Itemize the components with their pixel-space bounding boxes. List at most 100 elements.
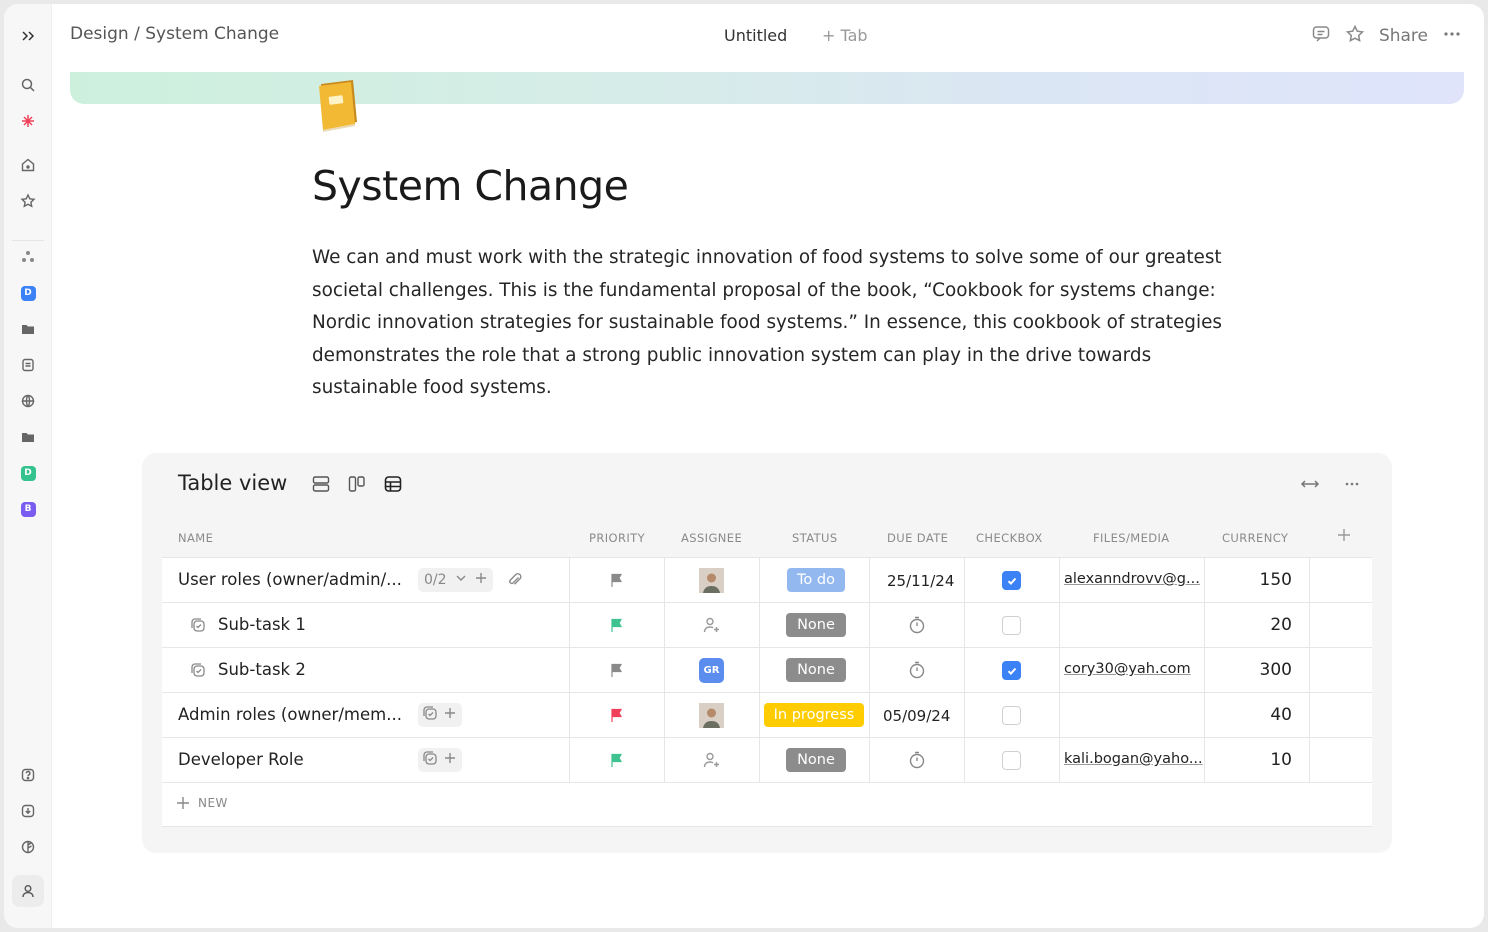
file-link[interactable]: kali.bogan@yaho... xyxy=(1064,751,1203,767)
ai-sparkle-icon[interactable] xyxy=(16,109,40,133)
checkbox-unchecked[interactable] xyxy=(1002,706,1021,725)
document-icon[interactable] xyxy=(16,353,40,377)
priority-flag-icon[interactable] xyxy=(609,707,625,723)
currency-value[interactable]: 150 xyxy=(1202,570,1292,590)
breadcrumb[interactable]: Design / System Change xyxy=(70,24,279,44)
due-date-timer-icon[interactable] xyxy=(907,750,927,770)
book-emoji-icon[interactable] xyxy=(315,78,361,132)
column-header-priority[interactable]: PRIORITY xyxy=(589,531,645,545)
add-tab-button[interactable]: + Tab xyxy=(822,26,868,45)
home-icon[interactable] xyxy=(16,153,40,177)
due-date[interactable]: 25/11/24 xyxy=(887,572,954,590)
add-assignee-icon[interactable] xyxy=(702,750,722,770)
add-subtask-icon[interactable] xyxy=(442,750,458,770)
favorites-star-icon[interactable] xyxy=(16,189,40,213)
tab-untitled[interactable]: Untitled xyxy=(724,26,787,45)
help-icon[interactable] xyxy=(16,763,40,787)
add-column-icon[interactable] xyxy=(1336,527,1352,547)
checkbox-unchecked[interactable] xyxy=(1002,751,1021,770)
table-row[interactable]: Sub-task 1 None 20 xyxy=(162,603,1372,648)
due-date-timer-icon[interactable] xyxy=(907,660,927,680)
subtask-controls xyxy=(418,748,462,772)
column-header-due-date[interactable]: DUE DATE xyxy=(887,531,948,545)
page-title[interactable]: System Change xyxy=(312,162,629,210)
assignee-avatar[interactable] xyxy=(699,703,724,728)
attachment-icon[interactable] xyxy=(506,571,524,593)
share-button[interactable]: Share xyxy=(1379,26,1428,46)
currency-value[interactable]: 40 xyxy=(1202,705,1292,725)
table-row[interactable]: Sub-task 2 GR None cory30@yah.com 300 xyxy=(162,648,1372,693)
task-name[interactable]: Sub-task 2 xyxy=(218,660,306,679)
checkbox-unchecked[interactable] xyxy=(1002,616,1021,635)
task-name[interactable]: Developer Role xyxy=(178,750,304,769)
user-profile-icon[interactable] xyxy=(12,875,44,907)
leaf-icon[interactable] xyxy=(16,835,40,859)
table-row[interactable]: Developer Role None kali.bogan@yaho... 1… xyxy=(162,738,1372,783)
file-link[interactable]: cory30@yah.com xyxy=(1064,661,1191,677)
priority-flag-icon[interactable] xyxy=(609,662,625,678)
column-header-assignee[interactable]: ASSIGNEE xyxy=(681,531,742,545)
favorite-star-icon[interactable] xyxy=(1345,24,1365,48)
subtask-icon[interactable] xyxy=(422,705,438,725)
add-subtask-icon[interactable] xyxy=(473,570,489,590)
status-badge[interactable]: None xyxy=(786,613,846,637)
chevron-down-icon[interactable] xyxy=(453,570,469,590)
task-name[interactable]: User roles (owner/admin/... xyxy=(178,570,402,589)
subtask-count[interactable]: 0/2 xyxy=(422,572,449,588)
currency-value[interactable]: 20 xyxy=(1202,615,1292,635)
add-subtask-icon[interactable] xyxy=(442,705,458,725)
table-more-icon[interactable] xyxy=(1342,475,1362,497)
status-badge[interactable]: None xyxy=(786,748,846,772)
more-options-icon[interactable] xyxy=(1442,24,1462,48)
currency-value[interactable]: 10 xyxy=(1202,750,1292,770)
subtask-icon xyxy=(191,618,205,632)
currency-value[interactable]: 300 xyxy=(1202,660,1292,680)
cover-banner[interactable] xyxy=(70,72,1464,104)
top-actions: Share xyxy=(1311,24,1462,48)
add-assignee-icon[interactable] xyxy=(702,615,722,635)
due-date[interactable]: 05/09/24 xyxy=(883,707,950,725)
table-view-icon[interactable] xyxy=(382,473,404,495)
task-name[interactable]: Sub-task 1 xyxy=(218,615,306,634)
folder-icon[interactable] xyxy=(16,317,40,341)
list-view-icon[interactable] xyxy=(310,473,332,495)
table-view-title[interactable]: Table view xyxy=(178,471,287,495)
priority-flag-icon[interactable] xyxy=(609,572,625,588)
status-badge[interactable]: In progress xyxy=(764,703,864,727)
space-d-blue[interactable]: D xyxy=(16,281,40,305)
space-b-purple[interactable]: B xyxy=(16,497,40,521)
folder-icon-2[interactable] xyxy=(16,425,40,449)
spaces-icon[interactable] xyxy=(16,245,40,269)
comment-icon[interactable] xyxy=(1311,24,1331,48)
task-name[interactable]: Admin roles (owner/mem... xyxy=(178,705,402,724)
search-icon[interactable] xyxy=(16,73,40,97)
expand-sidebar-icon[interactable] xyxy=(16,24,40,48)
board-view-icon[interactable] xyxy=(346,473,368,495)
column-header-checkbox[interactable]: CHECKBOX xyxy=(976,531,1043,545)
priority-flag-icon[interactable] xyxy=(609,617,625,633)
file-link[interactable]: alexanndrovv@g... xyxy=(1064,571,1200,587)
globe-icon[interactable] xyxy=(16,389,40,413)
page-body-text[interactable]: We can and must work with the strategic … xyxy=(312,242,1222,405)
subtask-icon[interactable] xyxy=(422,750,438,770)
column-header-status[interactable]: STATUS xyxy=(792,531,838,545)
column-header-currency[interactable]: CURRENCY xyxy=(1222,531,1288,545)
expand-width-icon[interactable] xyxy=(1300,475,1320,497)
column-header-files-media[interactable]: FILES/MEDIA xyxy=(1093,531,1170,545)
table-view-card: Table view NAME PRIORITY ASSIGNEE STATUS xyxy=(142,453,1392,853)
download-icon[interactable] xyxy=(16,799,40,823)
priority-flag-icon[interactable] xyxy=(609,752,625,768)
add-new-row-button[interactable]: NEW xyxy=(176,796,228,810)
table-row[interactable]: Admin roles (owner/mem... In progress 05… xyxy=(162,693,1372,738)
checkbox-checked[interactable] xyxy=(1002,571,1021,590)
status-badge[interactable]: To do xyxy=(787,568,845,592)
assignee-avatar[interactable]: GR xyxy=(699,658,724,683)
column-header-name[interactable]: NAME xyxy=(178,531,213,545)
view-switcher xyxy=(310,473,404,495)
due-date-timer-icon[interactable] xyxy=(907,615,927,635)
assignee-avatar[interactable] xyxy=(699,568,724,593)
checkbox-checked[interactable] xyxy=(1002,661,1021,680)
status-badge[interactable]: None xyxy=(786,658,846,682)
table-row[interactable]: User roles (owner/admin/... 0/2 To do 25… xyxy=(162,558,1372,603)
space-d-green[interactable]: D xyxy=(16,461,40,485)
